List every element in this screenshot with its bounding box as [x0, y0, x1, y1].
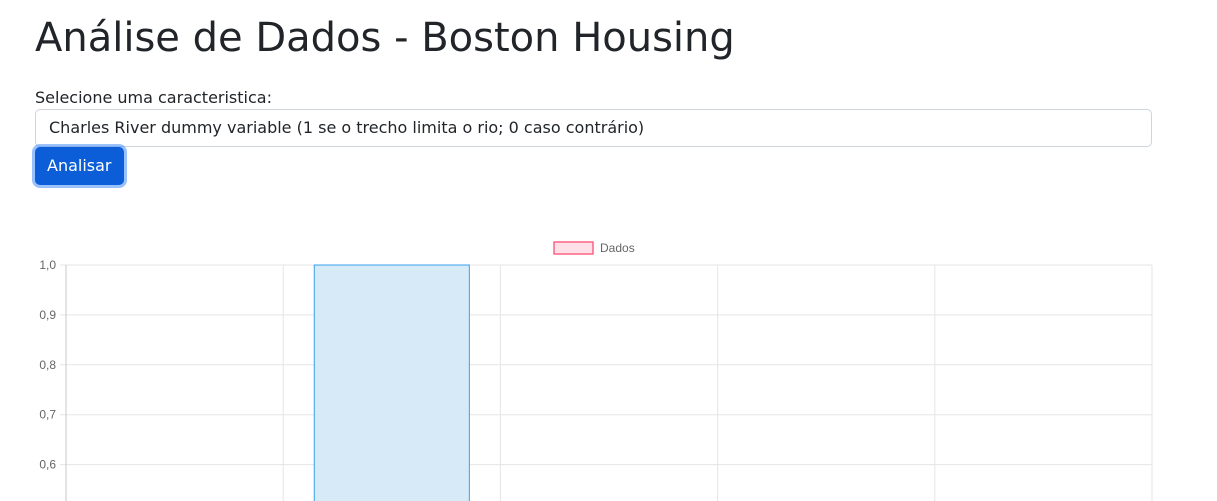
legend-swatch: [553, 241, 594, 255]
page-title: Análise de Dados - Boston Housing: [35, 15, 735, 61]
bar: [313, 264, 470, 501]
chart: 1,0 0,9 0,8 0,7 0,6 Dados: [0, 225, 1217, 501]
page: Análise de Dados - Boston Housing Seleci…: [0, 0, 1217, 501]
legend-label: Dados: [600, 241, 635, 255]
y-tick-label: 0,8: [39, 358, 56, 372]
analyze-button[interactable]: Analisar: [35, 147, 124, 185]
feature-select-value: Charles River dummy variable (1 se o tre…: [49, 118, 645, 137]
y-tick-label: 0,6: [39, 458, 56, 472]
feature-select-label: Selecione uma caracteristica:: [35, 88, 272, 107]
y-tick-label: 1,0: [39, 258, 56, 272]
feature-select[interactable]: Charles River dummy variable (1 se o tre…: [35, 109, 1152, 147]
chart-svg: 1,0 0,9 0,8 0,7 0,6 Dados: [39, 241, 1153, 501]
y-tick-label: 0,7: [39, 408, 56, 422]
y-tick-label: 0,9: [39, 308, 56, 322]
